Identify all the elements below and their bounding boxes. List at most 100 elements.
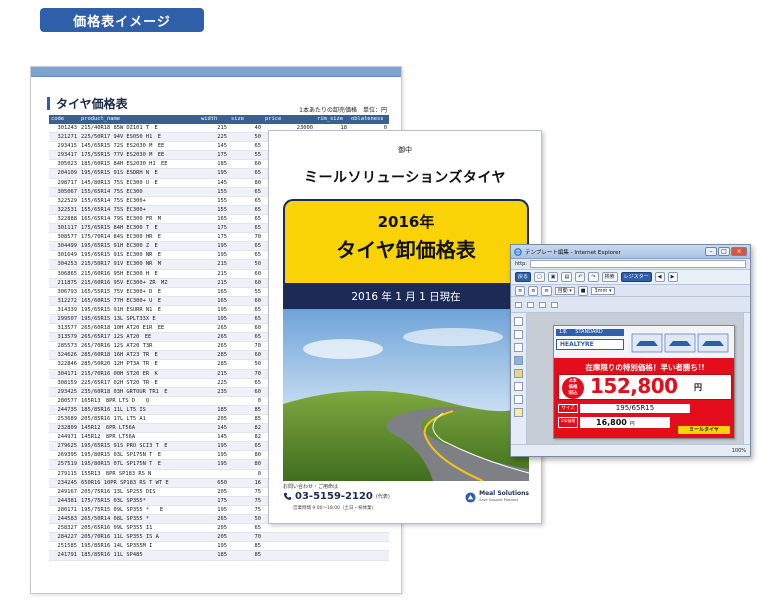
- redo-icon[interactable]: ↷: [588, 272, 599, 282]
- align-left-icon[interactable]: ≡: [515, 285, 526, 296]
- table-cell: 195: [199, 450, 229, 461]
- table-cell: [349, 541, 389, 552]
- table-cell: 313579: [49, 332, 79, 343]
- table-cell: 293425: [49, 387, 79, 397]
- address-input[interactable]: [529, 260, 746, 268]
- print-icon[interactable]: ▤: [561, 272, 573, 282]
- back-button[interactable]: 戻る: [515, 272, 532, 282]
- palette-rect-tool[interactable]: [514, 356, 523, 365]
- undo-icon[interactable]: ↶: [575, 272, 586, 282]
- table-cell: 195: [199, 441, 229, 452]
- table-cell: 85: [229, 550, 263, 561]
- color-icon[interactable]: ■: [577, 285, 589, 296]
- table-cell: 65: [229, 378, 263, 388]
- font-select[interactable]: 自動 ▾: [554, 286, 575, 295]
- table-cell: 306793: [49, 287, 79, 297]
- table-cell: 165/55R15 75V EC300+ D E: [79, 287, 199, 297]
- pop-band-left: 1本: [559, 329, 568, 335]
- status-bar: 100%: [511, 444, 750, 456]
- table-cell: 65: [229, 314, 263, 325]
- table-cell: 145: [199, 432, 229, 443]
- column-header: size: [229, 115, 263, 124]
- table-cell: 85: [229, 414, 263, 425]
- pop-grade-band: 1本 STANDARD: [556, 329, 624, 336]
- cover-addressee: 御中: [398, 146, 412, 154]
- table-cell: 308577: [49, 232, 79, 243]
- size-select[interactable]: 3mm ▾: [591, 286, 615, 295]
- table-cell: 265: [199, 332, 229, 343]
- title-bar-marker: [47, 97, 50, 110]
- table-cell: 215: [199, 259, 229, 270]
- column-header: price: [263, 115, 315, 124]
- table-cell: 185/85R16 11L SP485: [79, 550, 199, 561]
- palette-text-tool[interactable]: [514, 317, 523, 326]
- insert-image-tool[interactable]: [527, 301, 534, 308]
- table-cell: 0: [229, 396, 263, 406]
- table-cell: 75: [229, 487, 263, 497]
- table-cell: 322846: [49, 359, 79, 370]
- pop-unit-price-unit: 円: [629, 421, 635, 427]
- table-cell: 234245: [49, 478, 79, 488]
- table-cell: 225: [199, 378, 229, 388]
- table-cell: 324626: [49, 350, 79, 361]
- table-cell: 50: [229, 132, 263, 143]
- arrow-right-icon[interactable]: ▶: [667, 272, 678, 282]
- table-cell: 185: [199, 159, 229, 170]
- palette-line-tool[interactable]: [514, 343, 523, 352]
- palette-folder-tool[interactable]: [514, 369, 523, 378]
- table-cell: 305067: [49, 187, 79, 197]
- search-button[interactable]: 検索: [601, 272, 618, 282]
- table-cell: 70: [229, 532, 263, 543]
- table-cell: 269395: [49, 450, 79, 461]
- table-cell: 65: [229, 523, 263, 534]
- minimize-button[interactable]: –: [705, 247, 717, 256]
- table-cell: 75: [229, 505, 263, 516]
- register-button[interactable]: レジスター: [620, 272, 652, 282]
- insert-line-tool[interactable]: [551, 301, 558, 308]
- vertical-scrollbar[interactable]: [743, 313, 750, 444]
- table-cell: 65: [229, 223, 263, 234]
- column-header: width: [199, 115, 229, 124]
- table-cell: 205: [199, 487, 229, 497]
- table-cell: 195: [199, 250, 229, 261]
- arrow-left-icon[interactable]: ◀: [654, 272, 665, 282]
- table-cell: 60: [229, 387, 263, 397]
- table-cell: 195/80R15 07L SP175N T E: [79, 459, 199, 470]
- table-cell: 82: [229, 423, 263, 434]
- align-center-icon[interactable]: ≡: [528, 285, 539, 296]
- table-cell: 175: [199, 223, 229, 234]
- insert-text-tool[interactable]: [515, 301, 522, 308]
- new-icon[interactable]: ▢: [534, 272, 545, 282]
- palette-grid-tool[interactable]: [514, 382, 523, 391]
- table-cell: [315, 541, 349, 552]
- align-right-icon[interactable]: ≡: [541, 285, 552, 296]
- table-cell: 65: [229, 332, 263, 343]
- table-cell: 145R12 8PR LT56A: [79, 432, 199, 443]
- table-cell: 175: [199, 496, 229, 506]
- save-icon[interactable]: ▣: [547, 272, 559, 282]
- palette-table-tool[interactable]: [514, 395, 523, 404]
- table-cell: 265/60R18 10H AT20 E1R EE: [79, 323, 199, 334]
- table-cell: [315, 523, 349, 534]
- cover-year: 2016年: [377, 213, 435, 231]
- table-cell: 235/60R18 03H GRTOUR TR1 E: [79, 387, 199, 397]
- table-cell: 305023: [49, 159, 79, 170]
- palette-image-tool[interactable]: [514, 330, 523, 339]
- editor-canvas[interactable]: 1本 STANDARD HEALTYRE 在庫限りの特別価格！早い者勝ち!! 4…: [527, 313, 750, 444]
- zoom-level[interactable]: 100%: [732, 448, 746, 454]
- table-cell: 215/70R16 00H ST20 ER K: [79, 369, 199, 379]
- maximize-button[interactable]: □: [718, 247, 730, 256]
- insert-shape-tool[interactable]: [539, 301, 546, 308]
- table-cell: 195/65R15 91S EC300 NR E: [79, 250, 199, 261]
- table-cell: 65: [229, 168, 263, 179]
- close-button[interactable]: ×: [731, 247, 747, 256]
- pop-template[interactable]: 1本 STANDARD HEALTYRE 在庫限りの特別価格！早い者勝ち!! 4…: [553, 325, 735, 439]
- table-row: 241791 185/85R16 11L SP485 185 85: [49, 550, 389, 561]
- table-cell: 322529: [49, 196, 79, 206]
- table-cell: 279625: [49, 441, 79, 452]
- table-cell: 145/80R13 75S EC300 U E: [79, 178, 199, 188]
- table-cell: [349, 523, 389, 534]
- palette-note-tool[interactable]: [514, 408, 523, 417]
- table-cell: 215: [199, 269, 229, 279]
- table-cell: 215: [199, 124, 229, 134]
